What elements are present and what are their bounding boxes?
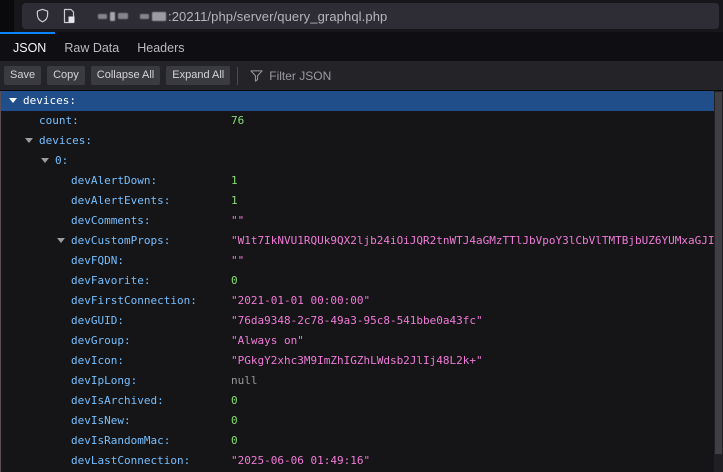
json-key: devAlertEvents: (71, 194, 170, 207)
twisty-icon[interactable] (57, 236, 65, 244)
json-row[interactable]: devAlertEvents: 1 (1, 191, 723, 211)
twisty-spacer (57, 336, 65, 344)
json-key: devFirstConnection: (71, 294, 197, 307)
twisty-spacer (57, 436, 65, 444)
filter-icon (250, 70, 263, 82)
filter-json-input[interactable] (269, 69, 469, 83)
json-key: devices: (23, 94, 76, 107)
json-row[interactable]: devFavorite: 0 (1, 271, 723, 291)
twisty-spacer (57, 296, 65, 304)
json-value: "" (231, 251, 244, 271)
json-key: devLastConnection: (71, 454, 190, 467)
json-value: "" (231, 211, 244, 231)
window-edge (0, 0, 14, 32)
twisty-spacer (57, 356, 65, 364)
expand-all-button[interactable]: Expand All (166, 66, 230, 85)
json-row[interactable]: devComments: "" (1, 211, 723, 231)
twisty-icon[interactable] (41, 156, 49, 164)
json-value: "Always on" (231, 331, 304, 351)
json-key: devIpLong: (71, 374, 137, 387)
tab-headers[interactable]: Headers (128, 32, 193, 61)
json-key: devFQDN: (71, 254, 124, 267)
json-key: devGroup: (71, 334, 131, 347)
scrollbar[interactable] (714, 91, 723, 472)
twisty-spacer (57, 276, 65, 284)
json-key: devAlertDown: (71, 174, 157, 187)
json-row[interactable]: devices: (1, 131, 723, 151)
shield-icon[interactable] (35, 8, 50, 24)
json-key: devComments: (71, 214, 150, 227)
json-row[interactable]: devIsArchived: 0 (1, 391, 723, 411)
json-key: count: (39, 114, 79, 127)
json-row[interactable]: devGroup: "Always on" (1, 331, 723, 351)
json-value: 1 (231, 191, 238, 211)
json-row[interactable]: 0: (1, 151, 723, 171)
json-value: "W1t7IkNVU1RQUk9QX2ljb24iOiJQR2tnWTJ4aGM… (231, 231, 723, 251)
json-row[interactable]: count: 76 (1, 111, 723, 131)
twisty-spacer (57, 456, 65, 464)
twisty-spacer (57, 316, 65, 324)
json-key: devFavorite: (71, 274, 150, 287)
copy-button[interactable]: Copy (47, 66, 85, 85)
json-value: null (231, 371, 258, 391)
json-row[interactable]: devLastConnection: "2025-06-06 01:49:16" (1, 451, 723, 471)
json-key: devCustomProps: (71, 234, 170, 247)
json-value: 0 (231, 431, 238, 451)
json-row[interactable]: devIpLong: null (1, 371, 723, 391)
url-bar[interactable]: :20211/php/server/query_graphql.php (22, 3, 719, 29)
json-key: devIcon: (71, 354, 124, 367)
json-value: "PGkgY2xhc3M9ImZhIGZhLWdsb2JlIj48L2k+" (231, 351, 483, 371)
json-row[interactable]: devIsNew: 0 (1, 411, 723, 431)
json-row[interactable]: devGUID: "76da9348-2c78-49a3-95c8-541bbe0… (1, 311, 723, 331)
twisty-spacer (57, 396, 65, 404)
tab-raw-data[interactable]: Raw Data (55, 32, 128, 61)
save-button[interactable]: Save (4, 66, 41, 85)
toolbar-separator (237, 67, 238, 85)
twisty-spacer (57, 416, 65, 424)
json-value: 0 (231, 271, 238, 291)
twisty-spacer (57, 176, 65, 184)
twisty-spacer (57, 256, 65, 264)
json-value: 0 (231, 411, 238, 431)
json-row[interactable]: devAlertDown: 1 (1, 171, 723, 191)
json-key: 0: (55, 154, 68, 167)
json-value: 1 (231, 171, 238, 191)
json-value: 76 (231, 111, 244, 131)
json-key: devices: (39, 134, 92, 147)
tab-json[interactable]: JSON (0, 32, 55, 61)
json-value: "2021-01-01 00:00:00" (231, 291, 370, 311)
url-text: :20211/php/server/query_graphql.php (168, 9, 387, 24)
viewer-tabbar: JSON Raw Data Headers (0, 32, 723, 61)
twisty-spacer (57, 376, 65, 384)
collapse-all-button[interactable]: Collapse All (91, 66, 160, 85)
json-row[interactable]: devIsRandomMac: 0 (1, 431, 723, 451)
twisty-spacer (25, 116, 33, 124)
scrollbar-thumb[interactable] (715, 92, 722, 454)
json-toolbar: Save Copy Collapse All Expand All (0, 61, 723, 91)
twisty-icon[interactable] (25, 136, 33, 144)
json-key: devGUID: (71, 314, 124, 327)
twisty-spacer (57, 196, 65, 204)
json-viewer: devices: count: 76 devices: 0:devAlertDown: 1… (0, 91, 723, 472)
json-key: devIsRandomMac: (71, 434, 170, 447)
json-value: "2025-06-06 01:49:16" (231, 451, 370, 471)
redacted-host (98, 12, 166, 21)
json-tree-rows: devices: count: 76 devices: 0:devAlertDown: 1… (1, 91, 723, 471)
json-row[interactable]: devFirstConnection: "2021-01-01 00:00:00" (1, 291, 723, 311)
json-row[interactable]: devFQDN: "" (1, 251, 723, 271)
json-row[interactable]: devices: (1, 91, 723, 111)
browser-chrome: :20211/php/server/query_graphql.php (0, 0, 723, 32)
twisty-spacer (57, 216, 65, 224)
json-value: "76da9348-2c78-49a3-95c8-541bbe0a43fc" (231, 311, 483, 331)
json-key: devIsArchived: (71, 394, 164, 407)
twisty-icon[interactable] (9, 96, 17, 104)
page-icon[interactable] (62, 8, 76, 24)
json-value: 0 (231, 391, 238, 411)
json-row[interactable]: devIcon: "PGkgY2xhc3M9ImZhIGZhLWdsb2JlIj4… (1, 351, 723, 371)
json-key: devIsNew: (71, 414, 131, 427)
json-row[interactable]: devCustomProps: "W1t7IkNVU1RQUk9QX2ljb24i… (1, 231, 723, 251)
